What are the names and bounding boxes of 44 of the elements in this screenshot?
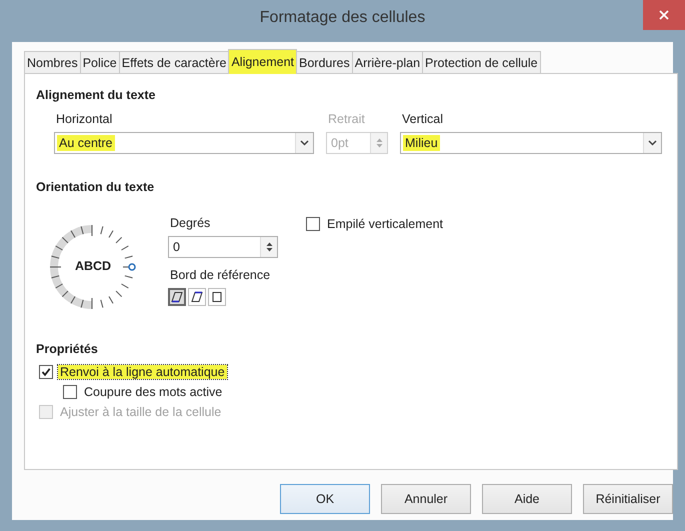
section-heading: Alignement du texte — [36, 88, 156, 104]
tab[interactable]: Alignement — [228, 49, 297, 74]
dropdown[interactable]: Milieu — [400, 132, 662, 154]
spinner-arrows-icon — [376, 137, 382, 149]
dialog-button[interactable]: OK — [280, 484, 370, 514]
spinner-arrows-icon — [266, 241, 272, 253]
checkbox[interactable] — [63, 385, 77, 399]
checkbox[interactable] — [39, 365, 53, 379]
checkbox-label: Ajuster à la taille de la cellule — [59, 405, 222, 419]
section-heading: Orientation du texte — [36, 180, 156, 196]
dial-label: ABCD — [74, 259, 112, 273]
chevron-down-icon — [300, 140, 309, 146]
field-label: Horizontal — [55, 112, 114, 128]
field-label: Vertical — [401, 112, 444, 128]
checkbox-label: Renvoi à la ligne automatique — [58, 365, 227, 379]
checkbox[interactable] — [306, 217, 320, 231]
toggle-button[interactable] — [188, 288, 206, 306]
bottom-edge-icon — [171, 291, 183, 303]
dialog-button[interactable]: Aide — [482, 484, 572, 514]
tab[interactable]: Protection de cellule — [422, 51, 541, 73]
square-icon — [211, 291, 223, 303]
top-edge-icon — [191, 291, 203, 303]
tab[interactable]: Bordures — [296, 51, 353, 73]
spin-field[interactable]: 0 — [168, 236, 278, 258]
tab[interactable]: Nombres — [24, 51, 81, 73]
dialog-button[interactable]: Annuler — [381, 484, 471, 514]
tab[interactable]: Arrière-plan — [352, 51, 424, 73]
dialog-button[interactable]: Réinitialiser — [583, 484, 673, 514]
dropdown[interactable]: Au centre — [54, 132, 314, 154]
field-label: Degrés — [169, 216, 212, 232]
toggle-button[interactable] — [168, 288, 186, 306]
field-label: Retrait — [327, 112, 366, 128]
tab[interactable]: Police — [80, 51, 120, 73]
checkbox-label: Coupure des mots active — [83, 385, 224, 399]
dial-handle[interactable] — [128, 263, 136, 271]
close-icon — [659, 10, 669, 20]
tab[interactable]: Effets de caractère — [118, 51, 230, 73]
toggle-button[interactable] — [208, 288, 226, 306]
chevron-down-icon — [648, 140, 657, 146]
section-heading: Propriétés — [36, 342, 99, 358]
window-title: Formatage des cellules — [260, 9, 426, 27]
checkbox-label: Empilé verticalement — [326, 217, 444, 231]
field-label: Bord de référence — [169, 268, 272, 284]
close-button[interactable] — [643, 0, 685, 30]
